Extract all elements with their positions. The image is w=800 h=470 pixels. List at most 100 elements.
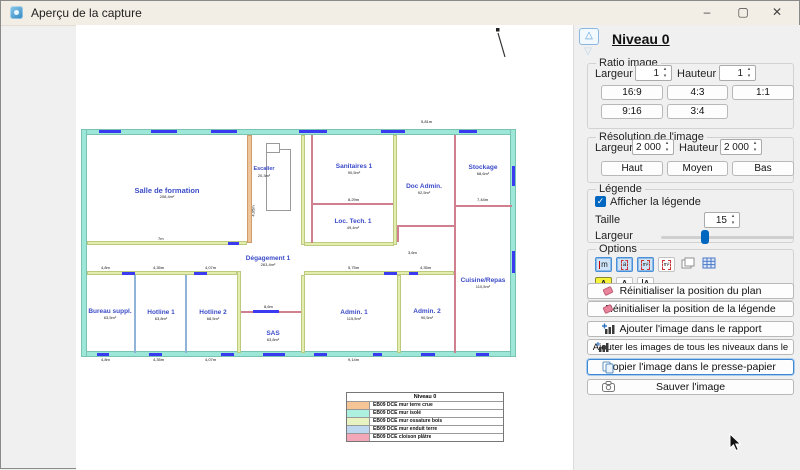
wall-segment — [397, 225, 454, 227]
legend-group-title: Légende — [596, 183, 645, 195]
minimize-button[interactable]: – — [691, 1, 723, 24]
reset-plan-position-button[interactable]: Réinitialiser la position du plan — [587, 283, 794, 299]
show-legend-label[interactable]: Afficher la légende — [610, 196, 701, 208]
ratio-9-16-button[interactable]: 9:16 — [601, 104, 663, 119]
legend-row: EB09 DCE mur enduit terre — [347, 425, 503, 433]
dimension-label: 8,6m — [264, 305, 273, 309]
stair-outline — [266, 143, 280, 153]
dimension-label: 4,35m — [153, 358, 164, 362]
legend-swatch-cloison-platre — [347, 434, 370, 441]
window-marker — [263, 353, 285, 356]
save-image-button[interactable]: Sauver l'image — [587, 379, 794, 395]
add-all-levels-to-report-button[interactable]: Ajouter les images de tous les niveaux d… — [587, 339, 794, 355]
dimension-label: 3,6m — [408, 251, 417, 255]
reset-legend-position-button[interactable]: Réinitialiser la position de la légende — [587, 301, 794, 317]
window-marker — [512, 251, 515, 273]
window-marker — [221, 353, 234, 356]
toggle-measure-length-icon[interactable]: m — [595, 257, 612, 272]
wall-segment — [304, 242, 394, 246]
ratio-3-4-button[interactable]: 3:4 — [667, 104, 728, 119]
resolution-height-spinbox[interactable]: 2 000 ▴▾ — [720, 139, 762, 155]
legend-width-slider-track[interactable] — [661, 236, 794, 239]
window-marker — [421, 353, 435, 356]
legend-width-slider-handle[interactable] — [701, 230, 709, 244]
room-label: Escalier20,3m² — [239, 166, 289, 178]
dimension-label: 4,05m — [252, 205, 256, 216]
legend-width-label: Largeur — [595, 230, 633, 242]
window-marker — [373, 353, 382, 356]
legend-size-spinbox[interactable]: 15 ▴▾ — [704, 212, 740, 228]
dimension-label: 8,29m — [348, 198, 359, 202]
options-group-title: Options — [596, 243, 640, 255]
wall-segment — [81, 351, 516, 357]
app-window: Aperçu de la capture – ▢ ✕ — [0, 0, 800, 469]
legend-row: EB09 DCE mur isolé — [347, 409, 503, 417]
copy-image-to-clipboard-button[interactable]: Copier l'image dans le presse-papier — [587, 359, 794, 375]
spin-arrows-icon[interactable]: ▴▾ — [728, 213, 738, 227]
door-marker — [253, 310, 279, 313]
ratio-height-spinbox[interactable]: 1 ▴▾ — [719, 65, 756, 81]
north-arrow-icon — [489, 25, 513, 63]
ratio-4-3-button[interactable]: 4:3 — [667, 85, 728, 100]
room-label: Stockage68,6m² — [453, 164, 513, 176]
toggle-grid-icon[interactable] — [700, 257, 717, 272]
legend-swatch-mur-isole — [347, 410, 370, 417]
toggle-wall-area-icon[interactable]: m² — [658, 257, 675, 272]
ratio-16-9-button[interactable]: 16:9 — [601, 85, 663, 100]
room-label: Admin. 1115,5m² — [314, 309, 394, 321]
show-legend-checkbox[interactable]: ✓ — [595, 196, 606, 207]
eraser-icon — [602, 285, 614, 302]
room-label: Admin. 290,5m² — [392, 308, 462, 320]
plan-legend-table[interactable]: Niveau 0 EB09 DCE mur terre crue EB09 DC… — [346, 392, 504, 442]
spin-arrows-icon[interactable]: ▴▾ — [662, 140, 672, 154]
resolution-low-button[interactable]: Bas — [732, 161, 794, 176]
legend-size-label: Taille — [595, 214, 620, 226]
resolution-width-label: Largeur — [595, 142, 633, 154]
maximize-button[interactable]: ▢ — [727, 1, 759, 24]
ratio-width-spinbox[interactable]: 1 ▴▾ — [635, 65, 672, 81]
toggle-room-name-icon[interactable]: a — [616, 257, 633, 272]
dimension-label: 4,8m — [101, 266, 110, 270]
wall-segment — [87, 271, 237, 275]
plan-preview-canvas[interactable]: Salle de formation208,4m² Escalier20,3m²… — [76, 25, 573, 470]
toggle-room-area-icon[interactable]: m² — [637, 257, 654, 272]
resolution-medium-button[interactable]: Moyen — [667, 161, 728, 176]
dimension-label: 9,14m — [348, 358, 359, 362]
window-marker — [299, 130, 327, 133]
resolution-high-button[interactable]: Haut — [601, 161, 663, 176]
resolution-width-spinbox[interactable]: 2 000 ▴▾ — [632, 139, 674, 155]
spin-arrows-icon[interactable]: ▴▾ — [750, 140, 760, 154]
dimension-label: 7,44m — [477, 198, 488, 202]
wall-segment — [301, 135, 305, 245]
wall-segment — [311, 203, 395, 205]
add-image-to-report-button[interactable]: Ajouter l'image dans le rapport — [587, 321, 794, 337]
spin-arrows-icon[interactable]: ▴▾ — [660, 66, 670, 80]
room-label: Sanitaires 190,5m² — [314, 163, 394, 175]
window-marker — [151, 130, 177, 133]
legend-row: EB09 DCE mur ossature bois — [347, 417, 503, 425]
legend-swatch-ossature-bois — [347, 418, 370, 425]
mouse-cursor — [729, 433, 743, 453]
wall-segment — [87, 241, 247, 245]
close-button[interactable]: ✕ — [761, 1, 793, 24]
toggle-frame-icon[interactable] — [679, 257, 696, 272]
room-label: Cuisine/Repas110,5m² — [443, 277, 523, 289]
spin-arrows-icon[interactable]: ▴▾ — [744, 66, 754, 80]
level-down-button[interactable]: ▽ — [579, 45, 597, 60]
dimension-label: 4,07m — [205, 266, 216, 270]
wall-segment — [311, 135, 313, 205]
stair-outline — [266, 149, 291, 211]
clipboard-icon — [602, 361, 614, 379]
dimension-label: 7m — [158, 237, 164, 241]
eraser-icon — [602, 303, 614, 320]
legend-title: Niveau 0 — [347, 393, 503, 401]
wall-segment — [304, 271, 454, 275]
level-up-button[interactable]: △ — [579, 28, 599, 45]
ratio-1-1-button[interactable]: 1:1 — [732, 85, 794, 100]
window-marker — [381, 130, 405, 133]
window-title: Aperçu de la capture — [31, 6, 142, 20]
legend-row: EB09 DCE mur terre crue — [347, 401, 503, 409]
window-marker — [211, 130, 237, 133]
room-label: Hotline 268,5m² — [178, 309, 248, 321]
dimension-label: 4,35m — [420, 266, 431, 270]
